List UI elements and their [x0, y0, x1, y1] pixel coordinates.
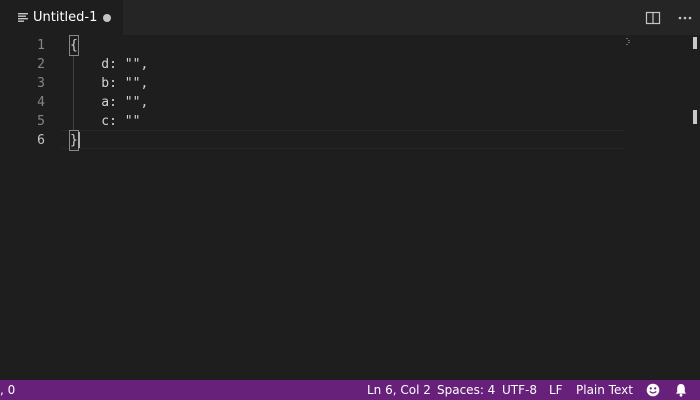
scrollbar-cursor-marker: [693, 110, 697, 124]
code-line-property-c[interactable]: c: "": [70, 112, 140, 131]
status-problems[interactable]: , 0: [0, 383, 15, 397]
tab-title: Untitled-1: [33, 10, 98, 25]
line-number: 2: [37, 57, 45, 72]
status-indentation[interactable]: Spaces: 4: [437, 383, 495, 397]
vertical-scrollbar[interactable]: [690, 35, 700, 380]
line-number: 1: [37, 38, 45, 53]
notifications-bell-icon[interactable]: [673, 382, 689, 398]
line-number: 5: [37, 114, 45, 129]
code-line-open-brace[interactable]: {: [69, 35, 79, 56]
status-bar: , 0 Ln 6, Col 2 Spaces: 4 UTF-8 LF Plain…: [0, 380, 700, 400]
current-line-highlight: [62, 130, 624, 149]
code-line-property-d[interactable]: d: "",: [70, 55, 148, 74]
text-file-icon: [18, 13, 28, 22]
minimap-marker-icon: [626, 38, 630, 45]
tab-untitled-1[interactable]: Untitled-1: [0, 0, 123, 35]
line-number: 4: [37, 95, 45, 110]
editor-area[interactable]: 1 2 3 4 5 6 { d: "", b: "", a: "", c: ""…: [0, 35, 700, 380]
code-line-close-brace[interactable]: }: [69, 130, 79, 151]
code-line-property-b[interactable]: b: "",: [70, 74, 148, 93]
status-end-of-line[interactable]: LF: [549, 383, 563, 397]
status-language-mode[interactable]: Plain Text: [576, 383, 633, 397]
feedback-smiley-icon[interactable]: [645, 382, 661, 398]
status-cursor-position[interactable]: Ln 6, Col 2: [367, 383, 431, 397]
line-number: 3: [37, 76, 45, 91]
status-encoding[interactable]: UTF-8: [502, 383, 537, 397]
split-editor-icon[interactable]: [645, 10, 661, 26]
code-line-property-a[interactable]: a: "",: [70, 93, 148, 112]
tab-bar: Untitled-1: [0, 0, 700, 35]
scrollbar-slider[interactable]: [693, 37, 697, 49]
more-actions-icon[interactable]: [677, 10, 693, 26]
editor-window: Untitled-1 1 2 3 4 5 6 { d: "", b: "", a…: [0, 0, 700, 400]
unsaved-dot-icon[interactable]: [103, 14, 111, 22]
line-number-active: 6: [37, 133, 45, 148]
text-cursor: [78, 132, 80, 148]
